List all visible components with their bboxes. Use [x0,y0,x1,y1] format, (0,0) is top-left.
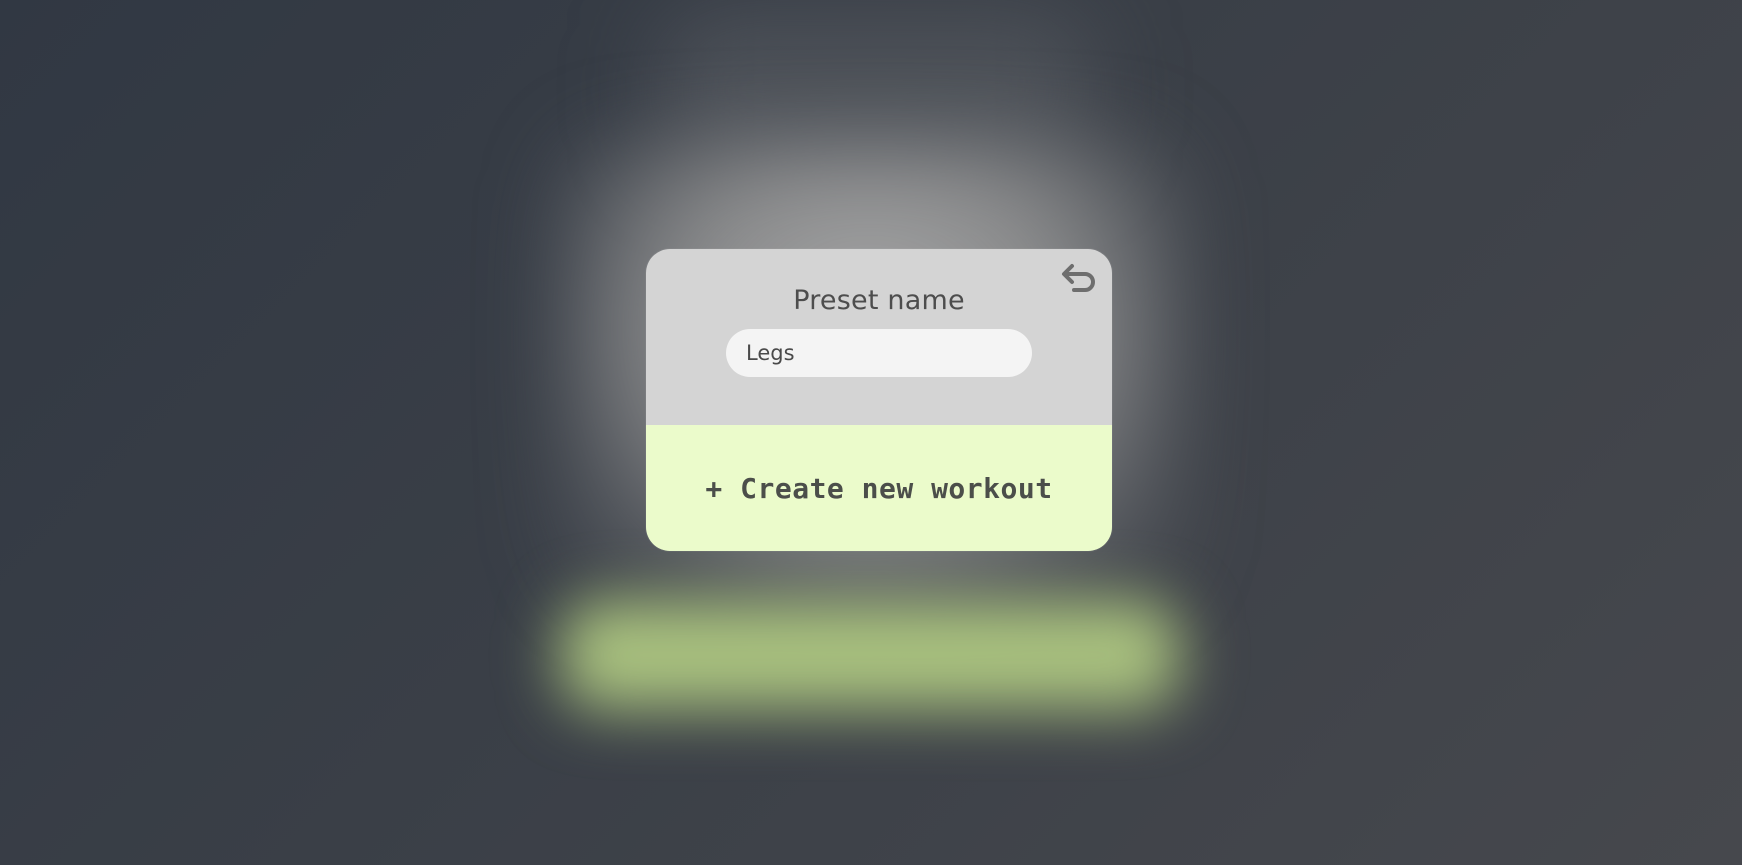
create-new-workout-label: + Create new workout [705,471,1053,505]
preset-name-input[interactable] [726,329,1032,377]
create-new-workout-button[interactable]: + Create new workout [646,425,1112,551]
background-blur-top [660,10,1090,170]
preset-dialog-header: Preset name [646,249,1112,425]
background-blur-button [560,600,1180,710]
preset-name-label: Preset name [793,285,965,316]
preset-dialog: Preset name + Create new workout [646,249,1112,551]
